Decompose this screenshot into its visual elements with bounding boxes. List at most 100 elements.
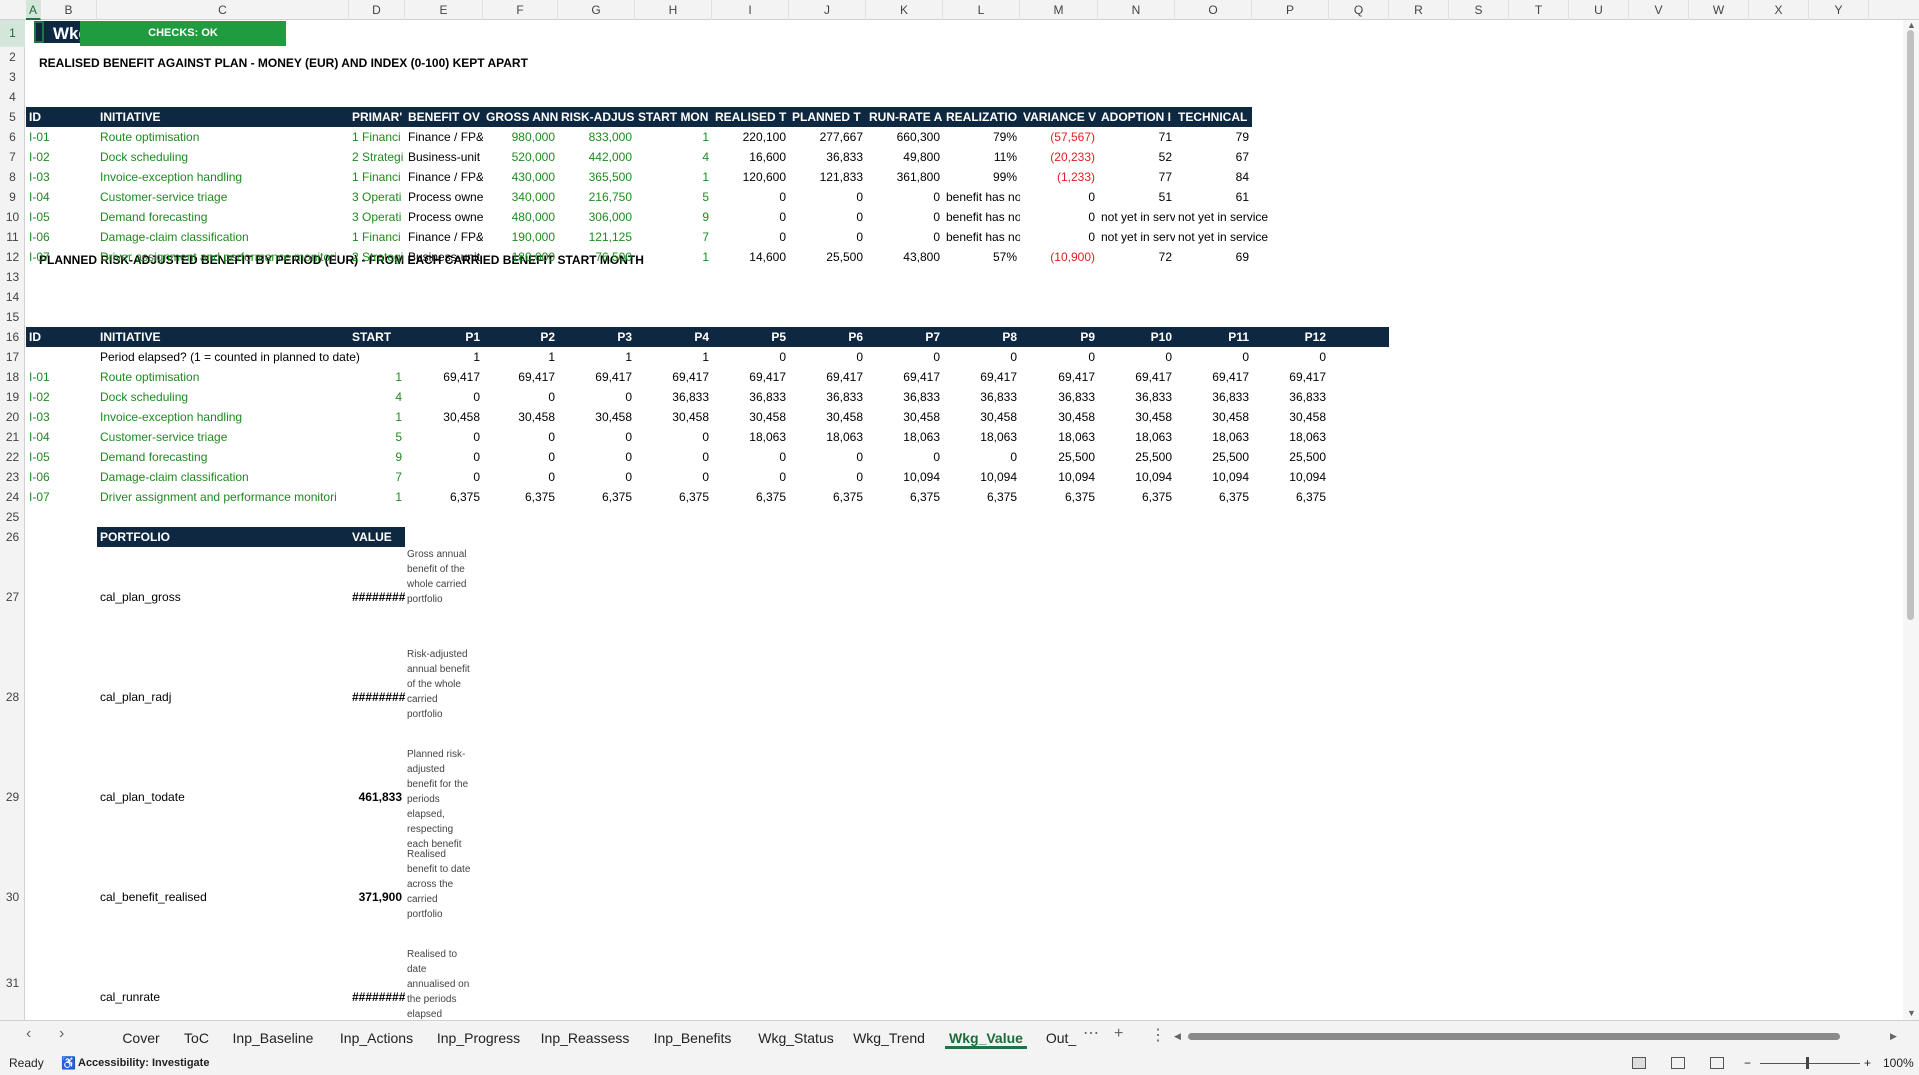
- table2-period-value[interactable]: 0: [558, 427, 635, 447]
- zoom-out-icon[interactable]: −: [1744, 1052, 1751, 1075]
- sheet-tab-wkg-trend[interactable]: Wkg_Trend: [849, 1027, 929, 1049]
- table2-period-value[interactable]: 10,094: [1020, 467, 1098, 487]
- table1-technical[interactable]: 61: [1175, 187, 1252, 207]
- table1-planned[interactable]: 25,500: [789, 247, 866, 267]
- table1-realization[interactable]: benefit has no: [943, 187, 1020, 207]
- row-header-25[interactable]: 25: [0, 507, 25, 527]
- table2-initiative[interactable]: Dock scheduling: [97, 387, 349, 407]
- table2-period-value[interactable]: 69,417: [943, 367, 1020, 387]
- row-header-30[interactable]: 30: [0, 847, 25, 947]
- table1-risk-adjusted[interactable]: 833,000: [558, 127, 635, 147]
- table1-planned[interactable]: 0: [789, 207, 866, 227]
- table2-period-value[interactable]: 0: [712, 467, 789, 487]
- column-header-i[interactable]: I: [712, 0, 789, 20]
- table2-period-value[interactable]: 30,458: [866, 407, 943, 427]
- table1-realization[interactable]: 99%: [943, 167, 1020, 187]
- table2-period-value[interactable]: 36,833: [789, 387, 866, 407]
- zoom-in-icon[interactable]: +: [1864, 1052, 1871, 1075]
- row-header-5[interactable]: 5: [0, 107, 25, 127]
- scroll-down-icon[interactable]: ▼: [1907, 1008, 1916, 1018]
- table1-technical[interactable]: not yet in service: [1175, 207, 1329, 227]
- period-elapsed-flag[interactable]: 0: [1175, 347, 1252, 367]
- row-header-17[interactable]: 17: [0, 347, 25, 367]
- column-header-b[interactable]: B: [41, 0, 97, 20]
- page-break-view-icon[interactable]: [1710, 1057, 1724, 1069]
- table2-start[interactable]: 1: [349, 487, 405, 507]
- table2-period-value[interactable]: 10,094: [866, 467, 943, 487]
- column-header-v[interactable]: V: [1629, 0, 1689, 20]
- row-header-24[interactable]: 24: [0, 487, 25, 507]
- table1-id[interactable]: I-02: [26, 147, 97, 167]
- table2-period-value[interactable]: 6,375: [635, 487, 712, 507]
- table2-initiative[interactable]: Demand forecasting: [97, 447, 349, 467]
- table1-header-9[interactable]: RUN-RATE A: [866, 107, 943, 127]
- table2-start[interactable]: 4: [349, 387, 405, 407]
- period-elapsed-flag[interactable]: 0: [1252, 347, 1329, 367]
- table2-period-value[interactable]: 30,458: [789, 407, 866, 427]
- table1-runrate[interactable]: 49,800: [866, 147, 943, 167]
- table2-header-1[interactable]: INITIATIVE: [97, 327, 349, 347]
- table1-gross[interactable]: 520,000: [483, 147, 558, 167]
- table2-id[interactable]: I-06: [26, 467, 97, 487]
- table1-id[interactable]: I-05: [26, 207, 97, 227]
- table1-realised[interactable]: 120,600: [712, 167, 789, 187]
- portfolio-metric-value[interactable]: 371,900: [349, 887, 405, 907]
- table1-realised[interactable]: 14,600: [712, 247, 789, 267]
- table1-realization[interactable]: 11%: [943, 147, 1020, 167]
- row-header-23[interactable]: 23: [0, 467, 25, 487]
- table2-period-value[interactable]: 36,833: [1252, 387, 1329, 407]
- table1-variance[interactable]: (1,233): [1020, 167, 1098, 187]
- table1-planned[interactable]: 0: [789, 227, 866, 247]
- table2-period-value[interactable]: 69,417: [483, 367, 558, 387]
- column-header-o[interactable]: O: [1175, 0, 1252, 20]
- row-header-2[interactable]: 2: [0, 47, 25, 67]
- table1-owner[interactable]: Business-unit: [405, 147, 483, 167]
- table1-header-11[interactable]: VARIANCE V: [1020, 107, 1098, 127]
- period-elapsed-flag[interactable]: 1: [558, 347, 635, 367]
- table1-owner[interactable]: Finance / FP&: [405, 227, 483, 247]
- row-header-18[interactable]: 18: [0, 367, 25, 387]
- table1-risk-adjusted[interactable]: 306,000: [558, 207, 635, 227]
- period-elapsed-flag[interactable]: 1: [483, 347, 558, 367]
- horizontal-scrollbar[interactable]: ◀ ▶: [1170, 1031, 1897, 1042]
- table2-header-3[interactable]: P1: [405, 327, 483, 347]
- portfolio-metric-name[interactable]: cal_plan_radj: [97, 687, 349, 707]
- sheet-options-icon[interactable]: ⋮: [1150, 1025, 1166, 1045]
- table2-period-value[interactable]: 10,094: [1175, 467, 1252, 487]
- table1-initiative[interactable]: Dock scheduling: [97, 147, 349, 167]
- table1-planned[interactable]: 277,667: [789, 127, 866, 147]
- table1-realization[interactable]: 79%: [943, 127, 1020, 147]
- table2-period-value[interactable]: 18,063: [1020, 427, 1098, 447]
- zoom-slider-knob[interactable]: [1806, 1057, 1809, 1069]
- table2-period-value[interactable]: 30,458: [405, 407, 483, 427]
- table1-header-1[interactable]: INITIATIVE: [97, 107, 349, 127]
- row-header-3[interactable]: 3: [0, 67, 25, 87]
- table1-variance[interactable]: (20,233): [1020, 147, 1098, 167]
- row-header-12[interactable]: 12: [0, 247, 25, 267]
- column-header-t[interactable]: T: [1509, 0, 1569, 20]
- table1-header-5[interactable]: RISK-ADJUS: [558, 107, 635, 127]
- table1-variance[interactable]: (10,900): [1020, 247, 1098, 267]
- row-header-14[interactable]: 14: [0, 287, 25, 307]
- table1-realised[interactable]: 16,600: [712, 147, 789, 167]
- sheet-tab-inp-benefits[interactable]: Inp_Benefits: [648, 1027, 737, 1049]
- table2-header-10[interactable]: P8: [943, 327, 1020, 347]
- table1-header-2[interactable]: PRIMAR': [349, 107, 405, 127]
- row-header-4[interactable]: 4: [0, 87, 25, 107]
- portfolio-metric-value[interactable]: #########: [349, 987, 405, 1007]
- table1-realised[interactable]: 0: [712, 187, 789, 207]
- zoom-level[interactable]: 100%: [1883, 1052, 1914, 1075]
- table2-period-value[interactable]: 30,458: [558, 407, 635, 427]
- sheet-tab-out-[interactable]: Out_: [1042, 1027, 1080, 1049]
- table2-start[interactable]: 9: [349, 447, 405, 467]
- period-elapsed-flag[interactable]: 0: [1098, 347, 1175, 367]
- row-header-27[interactable]: 27: [0, 547, 25, 647]
- row-header-20[interactable]: 20: [0, 407, 25, 427]
- table2-period-value[interactable]: 36,833: [635, 387, 712, 407]
- table1-variance[interactable]: 0: [1020, 227, 1098, 247]
- table2-period-value[interactable]: 10,094: [1252, 467, 1329, 487]
- column-header-r[interactable]: R: [1389, 0, 1449, 20]
- table2-header-13[interactable]: P11: [1175, 327, 1252, 347]
- table1-id[interactable]: I-06: [26, 227, 97, 247]
- table2-period-value[interactable]: 30,458: [1175, 407, 1252, 427]
